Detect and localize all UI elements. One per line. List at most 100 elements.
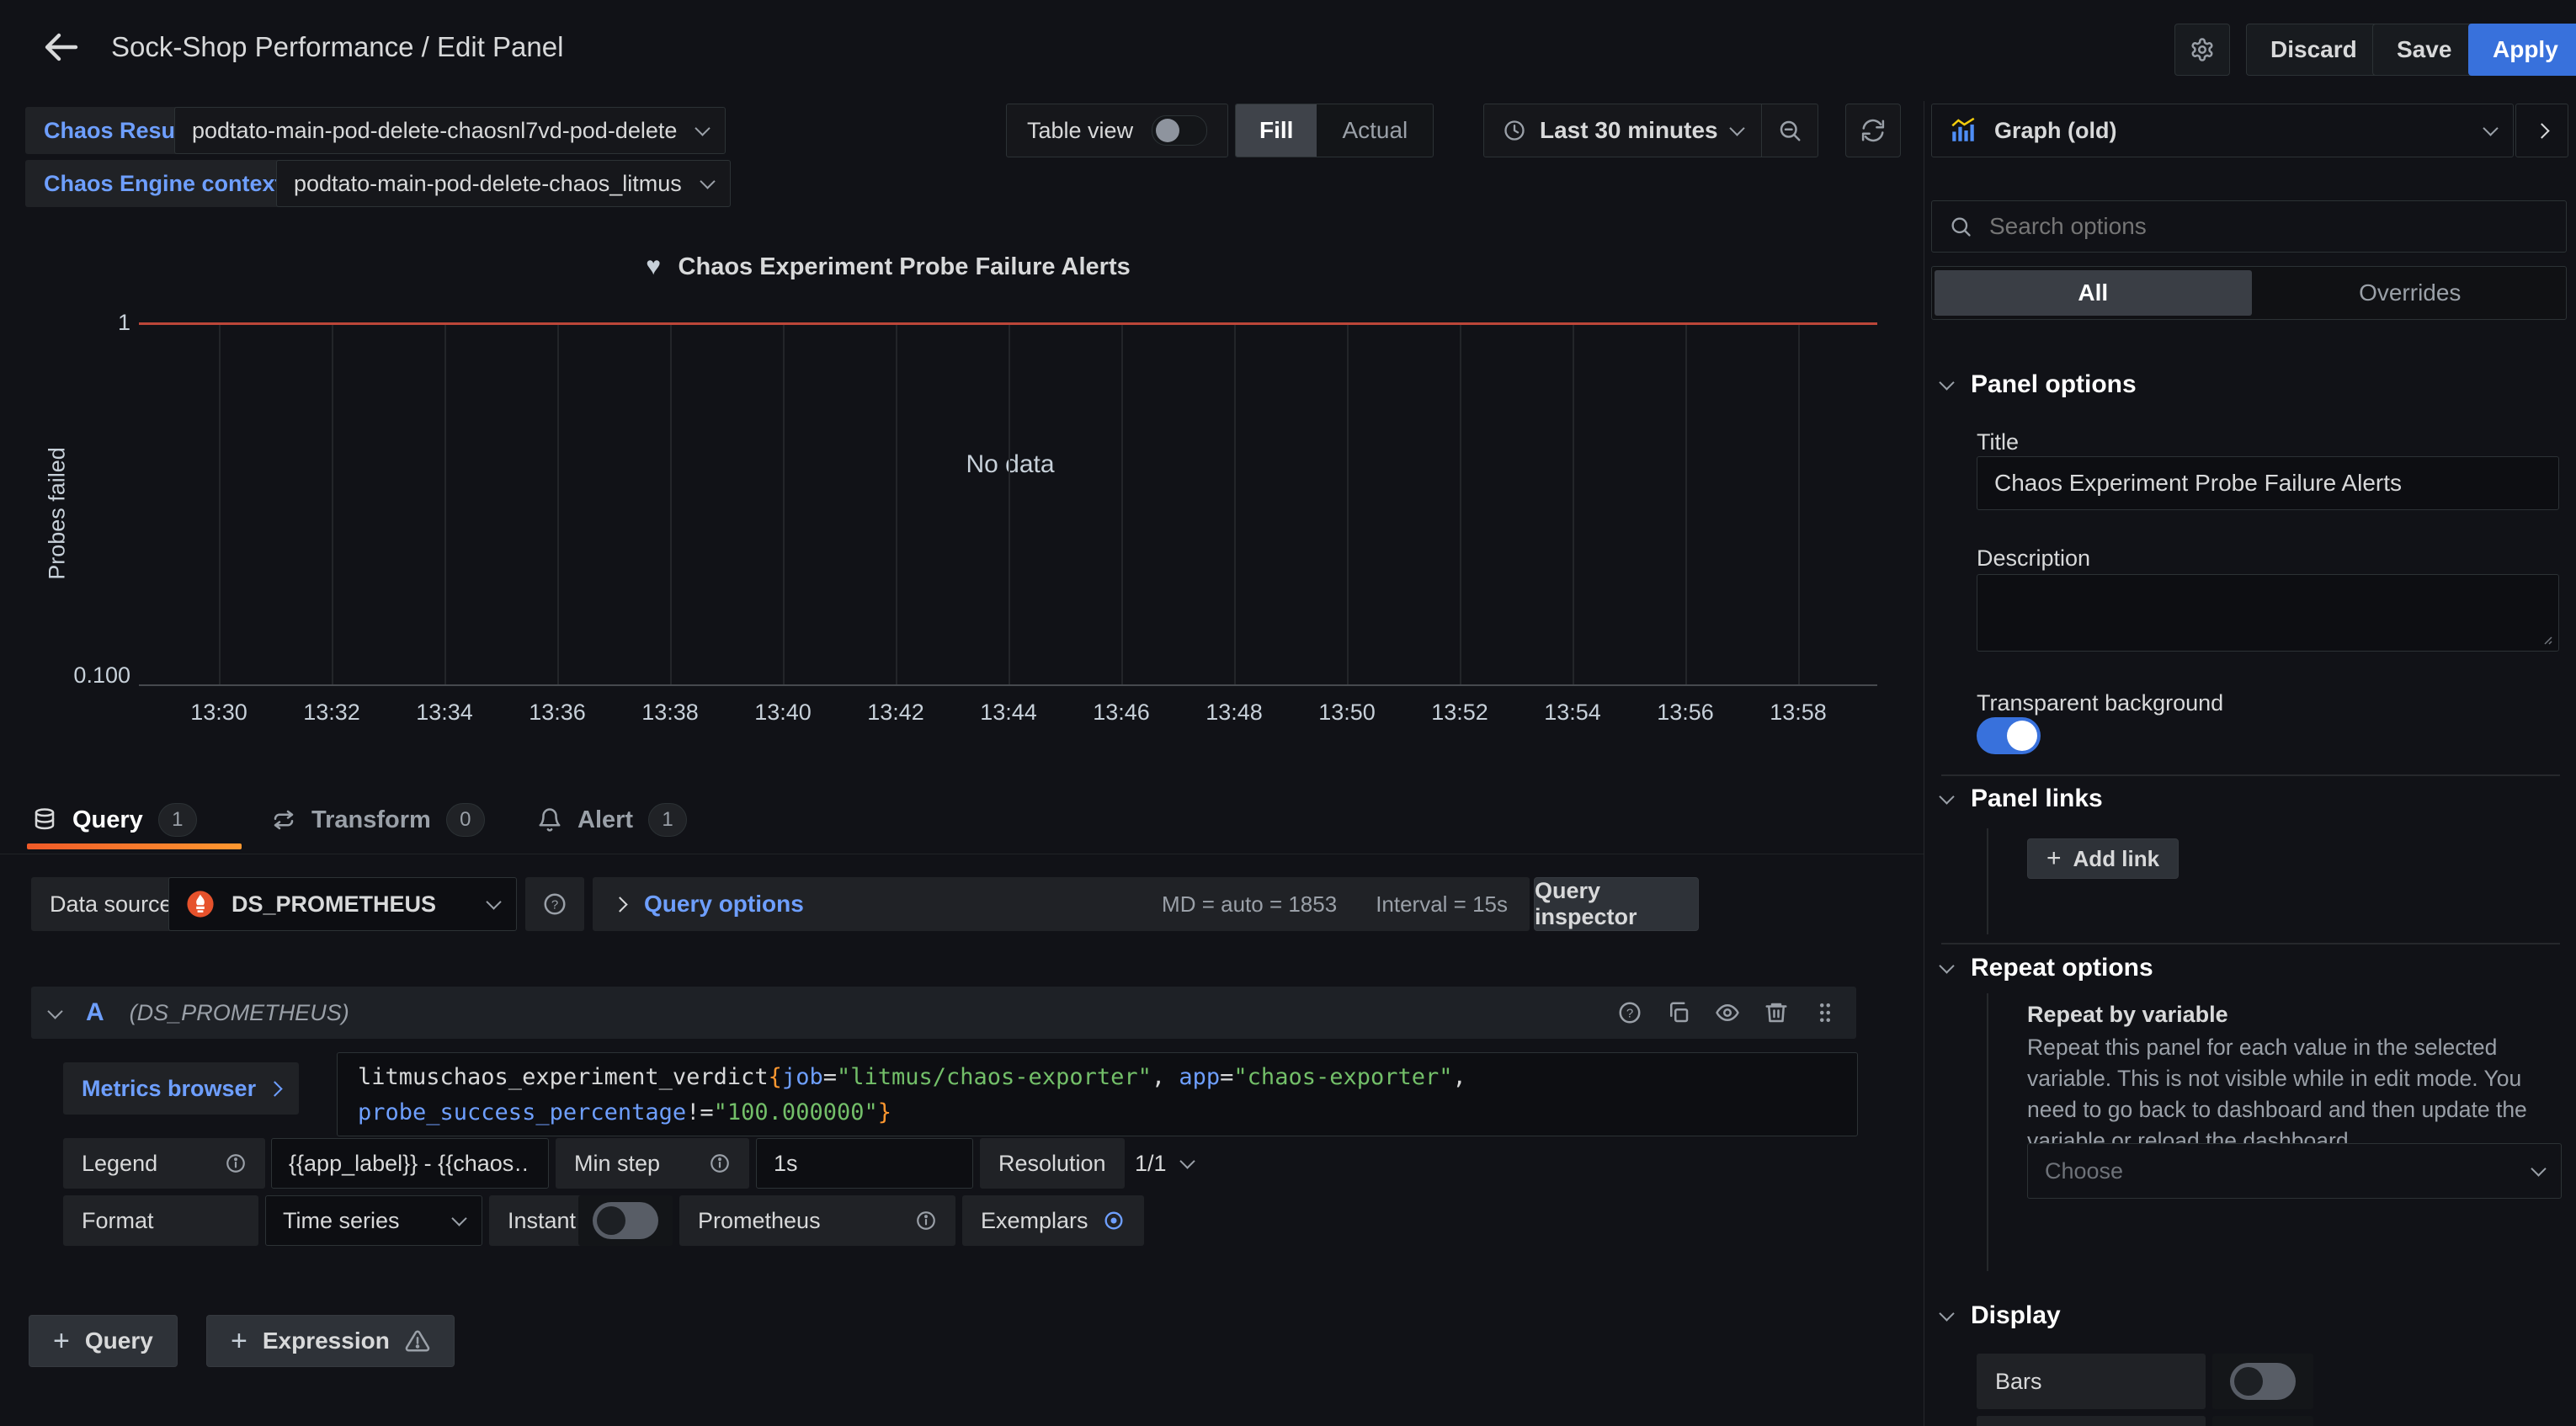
datasource-picker[interactable]: DS_PROMETHEUS: [168, 877, 517, 931]
dashboard-settings-button[interactable]: [2174, 24, 2230, 76]
svg-text:?: ?: [1626, 1007, 1633, 1021]
info-icon: [225, 1152, 247, 1174]
legend-input[interactable]: [271, 1138, 549, 1189]
panel-links-heading[interactable]: Panel links: [1941, 785, 2103, 813]
query-type-label: Prometheus: [698, 1208, 821, 1234]
code-segment: !=: [686, 1099, 714, 1125]
transparent-background-label: Transparent background: [1977, 690, 2223, 716]
add-link-label: Add link: [2073, 846, 2160, 872]
add-link-button[interactable]: + Add link: [2027, 838, 2179, 879]
variable-label-chaos-engine-context: Chaos Engine context: [25, 160, 301, 207]
svg-text:?: ?: [551, 898, 558, 913]
repeat-description: Repeat this panel for each value in the …: [2027, 1032, 2574, 1157]
collapse-chevron-icon: [1939, 958, 1954, 973]
fill-option[interactable]: Fill: [1236, 104, 1317, 157]
trash-icon[interactable]: [1764, 1000, 1789, 1025]
refresh-button[interactable]: [1845, 104, 1901, 157]
resolution-label: Resolution: [998, 1151, 1106, 1177]
back-arrow-icon[interactable]: [40, 27, 81, 67]
eye-icon[interactable]: [1715, 1000, 1740, 1025]
discard-button[interactable]: Discard: [2246, 24, 2382, 76]
x-tick-label: 13:56: [1635, 700, 1736, 726]
x-tick-label: 13:30: [168, 700, 269, 726]
code-segment: ,: [1453, 1064, 1466, 1090]
drag-handle-icon[interactable]: [1812, 1000, 1838, 1025]
tab-all[interactable]: All: [1935, 270, 2252, 316]
min-step-input[interactable]: [756, 1138, 973, 1189]
format-select[interactable]: Time series: [265, 1195, 482, 1246]
resize-handle-icon[interactable]: [2540, 632, 2553, 646]
help-icon: ?: [542, 891, 567, 917]
repeat-options-heading[interactable]: Repeat options: [1941, 954, 2153, 982]
panel-title-input[interactable]: [1977, 456, 2559, 510]
variable-value-chaos-result[interactable]: podtato-main-pod-delete-chaosnl7vd-pod-d…: [174, 107, 726, 154]
zoom-out-button[interactable]: [1762, 104, 1818, 157]
gridline: [896, 325, 897, 684]
tab-alert[interactable]: Alert 1: [537, 796, 687, 843]
header: Sock-Shop Performance / Edit Panel: [40, 27, 563, 67]
variable-value-chaos-engine-context[interactable]: podtato-main-pod-delete-chaos_litmus: [276, 160, 731, 207]
datasource-label: Data source: [50, 891, 173, 918]
add-expression-button[interactable]: + Expression: [206, 1315, 455, 1367]
gridline: [1685, 325, 1687, 684]
toggle-knob: [2234, 1367, 2263, 1396]
collapse-chevron-icon: [1939, 375, 1954, 390]
format-label: Format: [82, 1208, 154, 1234]
plus-icon: +: [2046, 844, 2062, 873]
query-inspector-button[interactable]: Query inspector: [1534, 877, 1699, 931]
repeat-variable-select[interactable]: Choose: [2027, 1143, 2562, 1199]
x-axis-line: [139, 684, 1877, 686]
plot-area[interactable]: No data: [139, 322, 1877, 686]
bars-toggle[interactable]: [2230, 1363, 2296, 1400]
gridline: [1234, 325, 1236, 684]
tab-label: Transform: [311, 806, 431, 834]
description-textarea[interactable]: [1977, 574, 2559, 652]
actual-option[interactable]: Actual: [1317, 104, 1433, 157]
duplicate-icon[interactable]: [1666, 1000, 1691, 1025]
help-icon[interactable]: ?: [1617, 1000, 1642, 1025]
tab-overrides[interactable]: Overrides: [2254, 270, 2567, 316]
x-tick-label: 13:40: [732, 700, 833, 726]
panel-options-heading[interactable]: Panel options: [1941, 370, 2137, 399]
exemplars-toggle-icon[interactable]: [1102, 1209, 1126, 1232]
tab-query[interactable]: Query 1: [32, 796, 197, 843]
time-range-label: Last 30 minutes: [1540, 117, 1718, 144]
display-heading[interactable]: Display: [1941, 1301, 2061, 1330]
database-icon: [32, 807, 57, 833]
time-range-picker[interactable]: Last 30 minutes: [1484, 104, 1761, 157]
table-view-toggle[interactable]: [1152, 115, 1207, 146]
datasource-label-chip: Data source: [31, 877, 191, 931]
instant-toggle[interactable]: [593, 1202, 658, 1239]
active-tab-underline: [27, 843, 242, 849]
search-options-input[interactable]: [1988, 212, 2549, 241]
query-options-label: Query options: [644, 891, 804, 918]
zoom-out-icon: [1777, 118, 1802, 143]
add-query-button[interactable]: + Query: [29, 1315, 178, 1367]
query-ref-id: A: [86, 998, 104, 1027]
prometheus-icon: [186, 890, 215, 918]
apply-button[interactable]: Apply: [2468, 24, 2576, 76]
metrics-browser-button[interactable]: Metrics browser: [63, 1062, 299, 1115]
query-row-header[interactable]: A (DS_PROMETHEUS) ?: [31, 987, 1856, 1039]
code-segment: job: [782, 1064, 823, 1090]
tab-transform[interactable]: Transform 0: [271, 796, 485, 843]
panel-header[interactable]: ♥ Chaos Experiment Probe Failure Alerts: [84, 253, 1692, 281]
gridline: [444, 325, 446, 684]
chevron-down-icon: [486, 894, 501, 909]
promql-code[interactable]: litmuschaos_experiment_verdict{job="litm…: [337, 1052, 1858, 1136]
format-label-chip: Format: [63, 1195, 258, 1246]
code-segment: probe_success_percentage: [358, 1099, 686, 1125]
query-datasource-hint: (DS_PROMETHEUS): [130, 1000, 349, 1026]
transparent-background-toggle[interactable]: [1977, 717, 2041, 754]
query-options-bar[interactable]: Query options MD = auto = 1853 Interval …: [593, 877, 1530, 931]
expand-visualization-button[interactable]: [2515, 104, 2568, 157]
code-segment: =: [823, 1064, 837, 1090]
save-button[interactable]: Save: [2372, 24, 2476, 76]
grafana-edit-panel-screen: Sock-Shop Performance / Edit Panel Disca…: [0, 0, 2576, 1426]
visualization-picker[interactable]: Graph (old): [1931, 104, 2514, 157]
y-tick-label: 0.100: [51, 662, 130, 689]
transform-icon: [271, 807, 296, 833]
resolution-select[interactable]: 1/1: [1120, 1138, 1208, 1189]
panel-title: Chaos Experiment Probe Failure Alerts: [679, 253, 1131, 280]
datasource-help-button[interactable]: ?: [525, 877, 584, 931]
